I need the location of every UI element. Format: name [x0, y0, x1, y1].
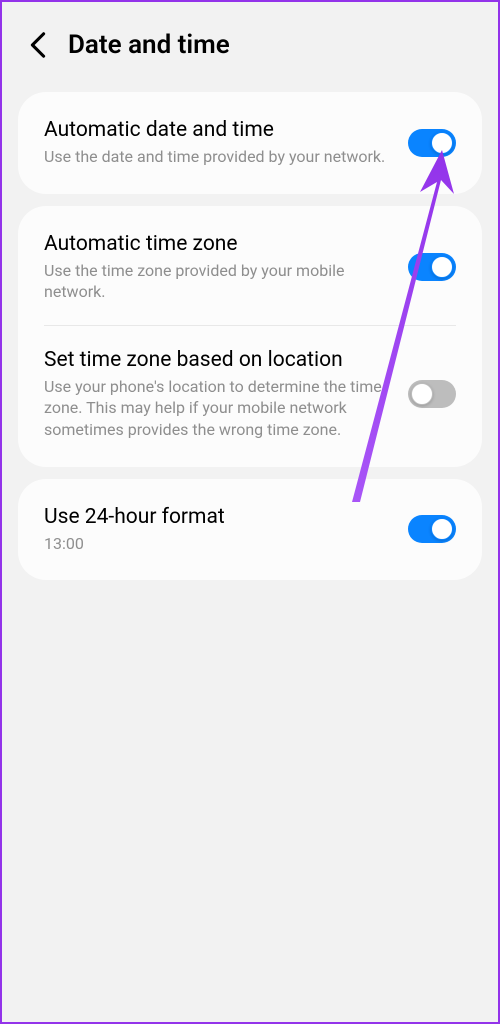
setting-desc: Use the time zone provided by your mobil…: [44, 260, 392, 303]
card-24hour: Use 24-hour format 13:00: [18, 479, 482, 581]
setting-text: Automatic date and time Use the date and…: [44, 118, 392, 168]
toggle-auto-date[interactable]: [408, 129, 456, 157]
setting-desc: Use the date and time provided by your n…: [44, 146, 392, 168]
setting-24hour[interactable]: Use 24-hour format 13:00: [18, 483, 482, 577]
page-title: Date and time: [68, 30, 230, 60]
header: Date and time: [2, 2, 498, 80]
card-time-zone: Automatic time zone Use the time zone pr…: [18, 206, 482, 467]
setting-title: Automatic time zone: [44, 232, 392, 256]
card-auto-date: Automatic date and time Use the date and…: [18, 92, 482, 194]
setting-text: Use 24-hour format 13:00: [44, 505, 392, 555]
toggle-knob: [431, 132, 453, 154]
setting-title: Automatic date and time: [44, 118, 392, 142]
setting-text: Set time zone based on location Use your…: [44, 348, 392, 441]
setting-auto-date[interactable]: Automatic date and time Use the date and…: [18, 96, 482, 190]
setting-title: Set time zone based on location: [44, 348, 392, 372]
toggle-24hour[interactable]: [408, 515, 456, 543]
setting-auto-tz[interactable]: Automatic time zone Use the time zone pr…: [18, 210, 482, 325]
toggle-location-tz[interactable]: [408, 380, 456, 408]
toggle-auto-tz[interactable]: [408, 253, 456, 281]
toggle-knob: [411, 383, 433, 405]
toggle-knob: [431, 256, 453, 278]
setting-desc: Use your phone's location to determine t…: [44, 376, 392, 441]
setting-text: Automatic time zone Use the time zone pr…: [44, 232, 392, 303]
back-icon[interactable]: [26, 33, 50, 57]
setting-desc: 13:00: [44, 533, 392, 555]
setting-title: Use 24-hour format: [44, 505, 392, 529]
setting-location-tz[interactable]: Set time zone based on location Use your…: [18, 326, 482, 463]
toggle-knob: [431, 518, 453, 540]
